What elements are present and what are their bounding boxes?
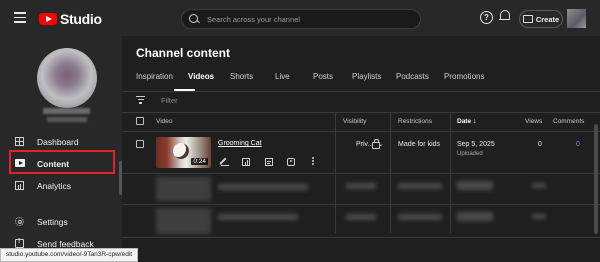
thumbnail-redacted (156, 177, 211, 201)
column-header-video: Video (156, 118, 173, 125)
views-value: 0 (538, 141, 542, 148)
date-value: Sep 5, 2025 (457, 141, 495, 148)
youtube-logo-icon (39, 13, 57, 25)
analytics-icon (15, 181, 24, 190)
video-title-link[interactable]: Grooming Cat (218, 140, 262, 147)
logo-text: Studio (60, 11, 102, 27)
notifications-bell-icon[interactable] (499, 10, 510, 21)
filter-divider (122, 112, 600, 113)
menu-icon[interactable] (14, 12, 26, 23)
search-input[interactable]: Search across your channel (181, 9, 421, 29)
table-scrollbar[interactable] (594, 124, 598, 234)
content-highlight-annotation (9, 150, 115, 174)
page-title: Channel content (136, 46, 231, 60)
channel-avatar[interactable] (37, 48, 97, 108)
column-header-date-label: Date (457, 118, 472, 125)
main-content: Channel content Inspiration Videos Short… (122, 36, 600, 260)
sidebar: Dashboard Content Analytics Settings Sen… (0, 36, 122, 260)
sort-descending-icon: ↓ (472, 118, 477, 125)
sidebar-item-analytics[interactable]: Analytics (0, 175, 119, 197)
gear-icon (15, 217, 24, 226)
thumbnail-image (173, 143, 189, 159)
sidebar-item-settings[interactable]: Settings (0, 211, 119, 233)
tabs-divider (122, 91, 600, 92)
text-redacted (398, 183, 442, 189)
feedback-icon (15, 238, 24, 248)
chevron-down-icon[interactable]: ⌄ (378, 140, 384, 148)
create-button[interactable]: Create (519, 10, 563, 28)
filter-icon[interactable] (136, 96, 145, 104)
tab-posts[interactable]: Posts (313, 72, 333, 81)
comments-value[interactable]: 0 (576, 141, 580, 148)
text-redacted (457, 212, 493, 221)
video-duration: 0:24 (191, 158, 208, 165)
tab-promotions[interactable]: Promotions (444, 72, 484, 81)
column-header-visibility[interactable]: Visibility (343, 118, 366, 125)
top-app-bar: Studio Search across your channel ? Crea… (0, 0, 600, 36)
account-avatar[interactable] (567, 9, 586, 28)
edit-pencil-icon[interactable] (221, 158, 229, 166)
channel-handle-redacted (47, 117, 87, 122)
text-redacted (532, 214, 546, 219)
create-video-icon (522, 15, 533, 23)
search-placeholder: Search across your channel (207, 15, 300, 24)
restrictions-value: Made for kids (398, 141, 441, 148)
text-redacted (346, 214, 376, 220)
tab-shorts[interactable]: Shorts (230, 72, 253, 81)
text-redacted (346, 183, 376, 189)
channel-name-redacted (43, 108, 90, 114)
tab-inspiration[interactable]: Inspiration (136, 72, 173, 81)
date-status: Uploaded (457, 151, 483, 157)
search-icon (189, 14, 198, 23)
dashboard-icon (15, 137, 24, 146)
sidebar-item-label: Settings (37, 217, 68, 227)
text-redacted (398, 214, 442, 220)
text-redacted (218, 214, 298, 220)
column-header-views[interactable]: Views (525, 118, 542, 125)
visibility-value[interactable]: Priv... (356, 141, 373, 148)
text-redacted (218, 184, 308, 190)
view-on-youtube-icon[interactable] (287, 158, 295, 166)
create-button-label: Create (535, 14, 560, 24)
help-icon[interactable]: ? (480, 11, 493, 24)
analytics-icon[interactable] (242, 158, 250, 166)
tab-playlists[interactable]: Playlists (352, 72, 381, 81)
text-redacted (532, 183, 546, 188)
column-header-restrictions[interactable]: Restrictions (398, 118, 432, 125)
row-divider (122, 204, 600, 205)
row-checkbox[interactable] (136, 140, 144, 148)
column-header-comments[interactable]: Comments (553, 118, 584, 125)
studio-logo[interactable]: Studio (39, 11, 102, 27)
sidebar-item-label: Dashboard (37, 137, 79, 147)
column-header-date[interactable]: Date ↓ (457, 118, 476, 125)
tab-videos[interactable]: Videos (188, 72, 214, 81)
comments-icon[interactable] (265, 158, 273, 166)
filter-input[interactable]: Filter (161, 96, 178, 105)
header-divider (122, 131, 600, 132)
select-all-checkbox[interactable] (136, 117, 144, 125)
sidebar-item-label: Analytics (37, 181, 72, 191)
thumbnail-redacted (156, 208, 211, 234)
more-options-icon[interactable] (312, 157, 314, 166)
tab-live[interactable]: Live (275, 72, 290, 81)
tab-podcasts[interactable]: Podcasts (396, 72, 429, 81)
row-divider (122, 173, 600, 174)
video-thumbnail[interactable]: 0:24 (156, 137, 211, 168)
row-divider (122, 237, 600, 238)
text-redacted (457, 181, 493, 190)
